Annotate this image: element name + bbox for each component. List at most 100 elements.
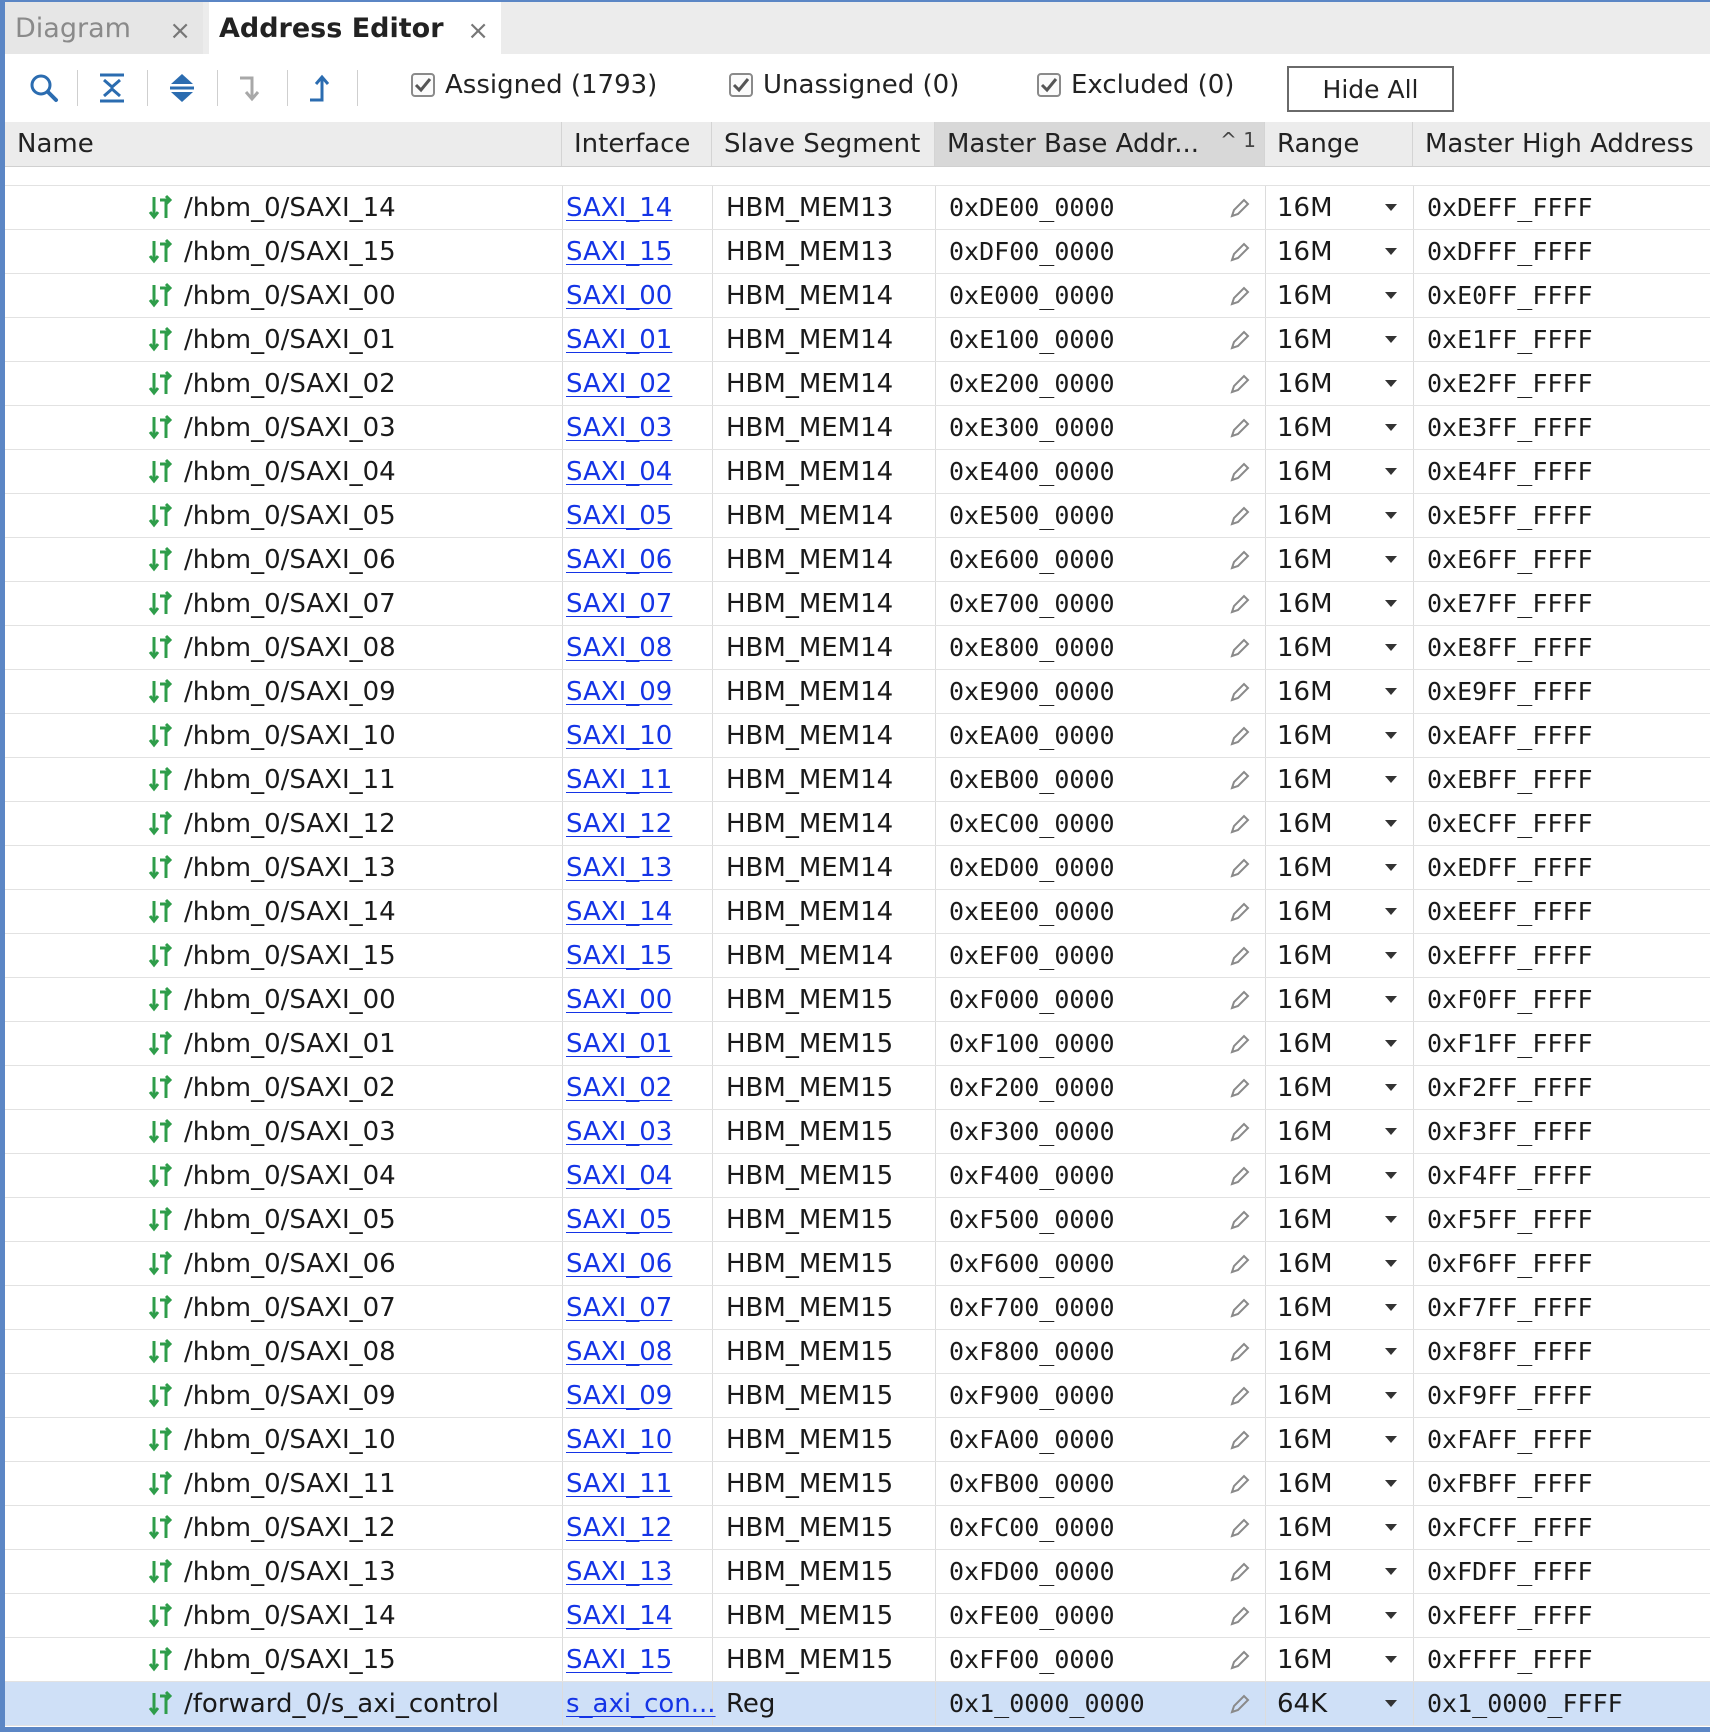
filter-assigned-checkbox[interactable]: Assigned (1793): [411, 70, 657, 100]
close-icon[interactable]: ×: [169, 16, 191, 46]
dropdown-arrow-icon[interactable]: [1380, 1506, 1402, 1549]
cell-master-base-address[interactable]: 0xEE00_0000: [949, 890, 1199, 933]
table-row[interactable]: /hbm_0/SAXI_11 SAXI_11 HBM_MEM15 0xFB00_000…: [5, 1462, 1710, 1506]
dropdown-arrow-icon[interactable]: [1380, 1022, 1402, 1065]
column-header-master-base-address[interactable]: Master Base Addr... ^ 1: [935, 122, 1265, 166]
cell-master-base-address[interactable]: 0xF300_0000: [949, 1110, 1199, 1153]
pencil-icon[interactable]: [1225, 1506, 1255, 1549]
pencil-icon[interactable]: [1225, 670, 1255, 713]
dropdown-arrow-icon[interactable]: [1380, 1462, 1402, 1505]
cell-range[interactable]: 16M: [1277, 1330, 1367, 1373]
cell-master-base-address[interactable]: 0xE900_0000: [949, 670, 1199, 713]
interface-link[interactable]: SAXI_15: [566, 934, 716, 977]
interface-link[interactable]: s_axi_con...: [566, 1682, 716, 1725]
interface-link[interactable]: SAXI_05: [566, 1198, 716, 1241]
table-row[interactable]: /hbm_0/SAXI_01 SAXI_01 HBM_MEM14 0xE100_000…: [5, 318, 1710, 362]
dropdown-arrow-icon[interactable]: [1380, 1110, 1402, 1153]
table-row[interactable]: /hbm_0/SAXI_15 SAXI_15 HBM_MEM15 0xFF00_000…: [5, 1638, 1710, 1682]
cell-range[interactable]: 16M: [1277, 758, 1367, 801]
table-row[interactable]: /hbm_0/SAXI_04 SAXI_04 HBM_MEM15 0xF400_000…: [5, 1154, 1710, 1198]
cell-master-base-address[interactable]: 0xEC00_0000: [949, 802, 1199, 845]
pencil-icon[interactable]: [1225, 406, 1255, 449]
pencil-icon[interactable]: [1225, 1154, 1255, 1197]
interface-link[interactable]: SAXI_07: [566, 582, 716, 625]
pencil-icon[interactable]: [1225, 1198, 1255, 1241]
table-row[interactable]: /hbm_0/SAXI_02 SAXI_02 HBM_MEM14 0xE200_000…: [5, 362, 1710, 406]
pencil-icon[interactable]: [1225, 450, 1255, 493]
pencil-icon[interactable]: [1225, 758, 1255, 801]
pencil-icon[interactable]: [1225, 1418, 1255, 1461]
table-row[interactable]: /hbm_0/SAXI_11 SAXI_11 HBM_MEM14 0xEB00_000…: [5, 758, 1710, 802]
pencil-icon[interactable]: [1225, 626, 1255, 669]
cell-master-base-address[interactable]: 0xF000_0000: [949, 978, 1199, 1021]
table-row[interactable]: /hbm_0/SAXI_10 SAXI_10 HBM_MEM14 0xEA00_000…: [5, 714, 1710, 758]
expand-all-button[interactable]: [157, 64, 207, 112]
dropdown-arrow-icon[interactable]: [1380, 978, 1402, 1021]
move-up-button[interactable]: [297, 64, 347, 112]
column-header-name[interactable]: Name: [5, 122, 562, 166]
pencil-icon[interactable]: [1225, 494, 1255, 537]
pencil-icon[interactable]: [1225, 1110, 1255, 1153]
cell-master-base-address[interactable]: 0xE700_0000: [949, 582, 1199, 625]
dropdown-arrow-icon[interactable]: [1380, 1418, 1402, 1461]
interface-link[interactable]: SAXI_08: [566, 1330, 716, 1373]
table-row[interactable]: /hbm_0/SAXI_09 SAXI_09 HBM_MEM14 0xE900_000…: [5, 670, 1710, 714]
cell-range[interactable]: 16M: [1277, 1506, 1367, 1549]
pencil-icon[interactable]: [1225, 318, 1255, 361]
table-row[interactable]: /hbm_0/SAXI_03 SAXI_03 HBM_MEM14 0xE300_000…: [5, 406, 1710, 450]
interface-link[interactable]: SAXI_03: [566, 406, 716, 449]
cell-range[interactable]: 16M: [1277, 1110, 1367, 1153]
table-row[interactable]: /hbm_0/SAXI_01 SAXI_01 HBM_MEM15 0xF100_000…: [5, 1022, 1710, 1066]
cell-range[interactable]: 16M: [1277, 890, 1367, 933]
interface-link[interactable]: SAXI_09: [566, 670, 716, 713]
interface-link[interactable]: SAXI_14: [566, 186, 716, 229]
dropdown-arrow-icon[interactable]: [1380, 1066, 1402, 1109]
cell-range[interactable]: 16M: [1277, 934, 1367, 977]
cell-range[interactable]: 16M: [1277, 582, 1367, 625]
dropdown-arrow-icon[interactable]: [1380, 1638, 1402, 1681]
cell-range[interactable]: 16M: [1277, 1066, 1367, 1109]
interface-link[interactable]: SAXI_08: [566, 626, 716, 669]
cell-master-base-address[interactable]: 0xFC00_0000: [949, 1506, 1199, 1549]
table-row[interactable]: /hbm_0/SAXI_06 SAXI_06 HBM_MEM15 0xF600_000…: [5, 1242, 1710, 1286]
dropdown-arrow-icon[interactable]: [1380, 1330, 1402, 1373]
cell-range[interactable]: 16M: [1277, 1594, 1367, 1637]
cell-master-base-address[interactable]: 0xF400_0000: [949, 1154, 1199, 1197]
pencil-icon[interactable]: [1225, 230, 1255, 273]
cell-master-base-address[interactable]: 0xE300_0000: [949, 406, 1199, 449]
interface-link[interactable]: SAXI_00: [566, 978, 716, 1021]
table-row[interactable]: /hbm_0/SAXI_14 SAXI_14 HBM_MEM14 0xEE00_000…: [5, 890, 1710, 934]
interface-link[interactable]: SAXI_05: [566, 494, 716, 537]
pencil-icon[interactable]: [1225, 934, 1255, 977]
tab-address-editor[interactable]: Address Editor ×: [209, 2, 501, 54]
cell-master-base-address[interactable]: 0x1_0000_0000: [949, 1682, 1199, 1725]
table-row[interactable]: /hbm_0/SAXI_10 SAXI_10 HBM_MEM15 0xFA00_000…: [5, 1418, 1710, 1462]
interface-link[interactable]: SAXI_15: [566, 1638, 716, 1681]
interface-link[interactable]: SAXI_15: [566, 230, 716, 273]
cell-master-base-address[interactable]: 0xE600_0000: [949, 538, 1199, 581]
pencil-icon[interactable]: [1225, 1594, 1255, 1637]
table-row[interactable]: /hbm_0/SAXI_13 SAXI_13 HBM_MEM15 0xFD00_000…: [5, 1550, 1710, 1594]
cell-range[interactable]: 16M: [1277, 274, 1367, 317]
move-down-button[interactable]: [227, 64, 277, 112]
pencil-icon[interactable]: [1225, 274, 1255, 317]
dropdown-arrow-icon[interactable]: [1380, 934, 1402, 977]
interface-link[interactable]: SAXI_12: [566, 802, 716, 845]
dropdown-arrow-icon[interactable]: [1380, 626, 1402, 669]
interface-link[interactable]: SAXI_03: [566, 1110, 716, 1153]
interface-link[interactable]: SAXI_01: [566, 1022, 716, 1065]
cell-master-base-address[interactable]: 0xDF00_0000: [949, 230, 1199, 273]
cell-range[interactable]: 16M: [1277, 1198, 1367, 1241]
cell-range[interactable]: 16M: [1277, 1418, 1367, 1461]
dropdown-arrow-icon[interactable]: [1380, 230, 1402, 273]
cell-range[interactable]: 16M: [1277, 670, 1367, 713]
pencil-icon[interactable]: [1225, 714, 1255, 757]
interface-link[interactable]: SAXI_12: [566, 1506, 716, 1549]
cell-range[interactable]: 16M: [1277, 1550, 1367, 1593]
dropdown-arrow-icon[interactable]: [1380, 274, 1402, 317]
collapse-all-button[interactable]: [87, 64, 137, 112]
table-row[interactable]: /hbm_0/SAXI_14 SAXI_14 HBM_MEM15 0xFE00_000…: [5, 1594, 1710, 1638]
table-row[interactable]: /hbm_0/SAXI_00 SAXI_00 HBM_MEM15 0xF000_000…: [5, 978, 1710, 1022]
table-row[interactable]: /hbm_0/SAXI_02 SAXI_02 HBM_MEM15 0xF200_000…: [5, 1066, 1710, 1110]
table-row[interactable]: /hbm_0/SAXI_03 SAXI_03 HBM_MEM15 0xF300_000…: [5, 1110, 1710, 1154]
